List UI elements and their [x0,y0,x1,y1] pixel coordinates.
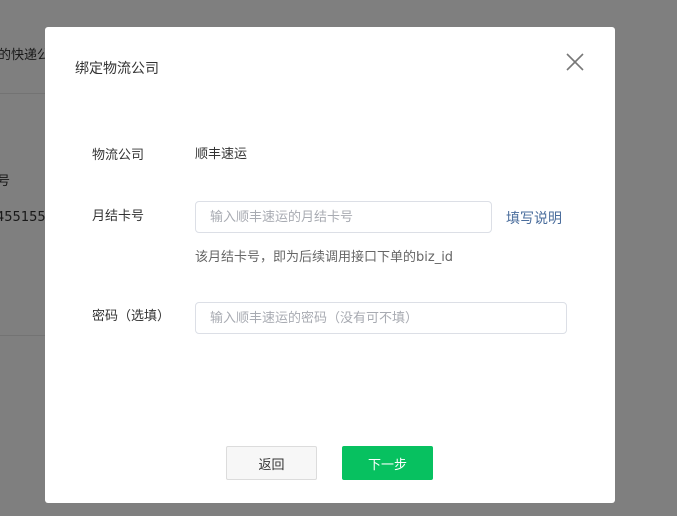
next-button[interactable]: 下一步 [342,446,433,480]
account-hint: 该月结卡号，即为后续调用接口下单的biz_id [195,250,454,265]
password-label: 密码（选填） [92,309,171,324]
help-link[interactable]: 填写说明 [506,208,562,228]
bind-logistics-dialog: 绑定物流公司 物流公司 顺丰速运 月结卡号 填写说明 该月结卡号，即为后续调用接… [45,27,615,503]
dialog-title: 绑定物流公司 [75,61,159,77]
back-button[interactable]: 返回 [226,446,317,480]
close-icon [566,53,584,71]
company-value: 顺丰速运 [195,147,248,162]
password-input[interactable] [195,302,567,334]
account-label: 月结卡号 [92,209,145,224]
company-label: 物流公司 [92,148,145,163]
close-button[interactable] [564,51,586,73]
account-number-input[interactable] [195,201,492,233]
